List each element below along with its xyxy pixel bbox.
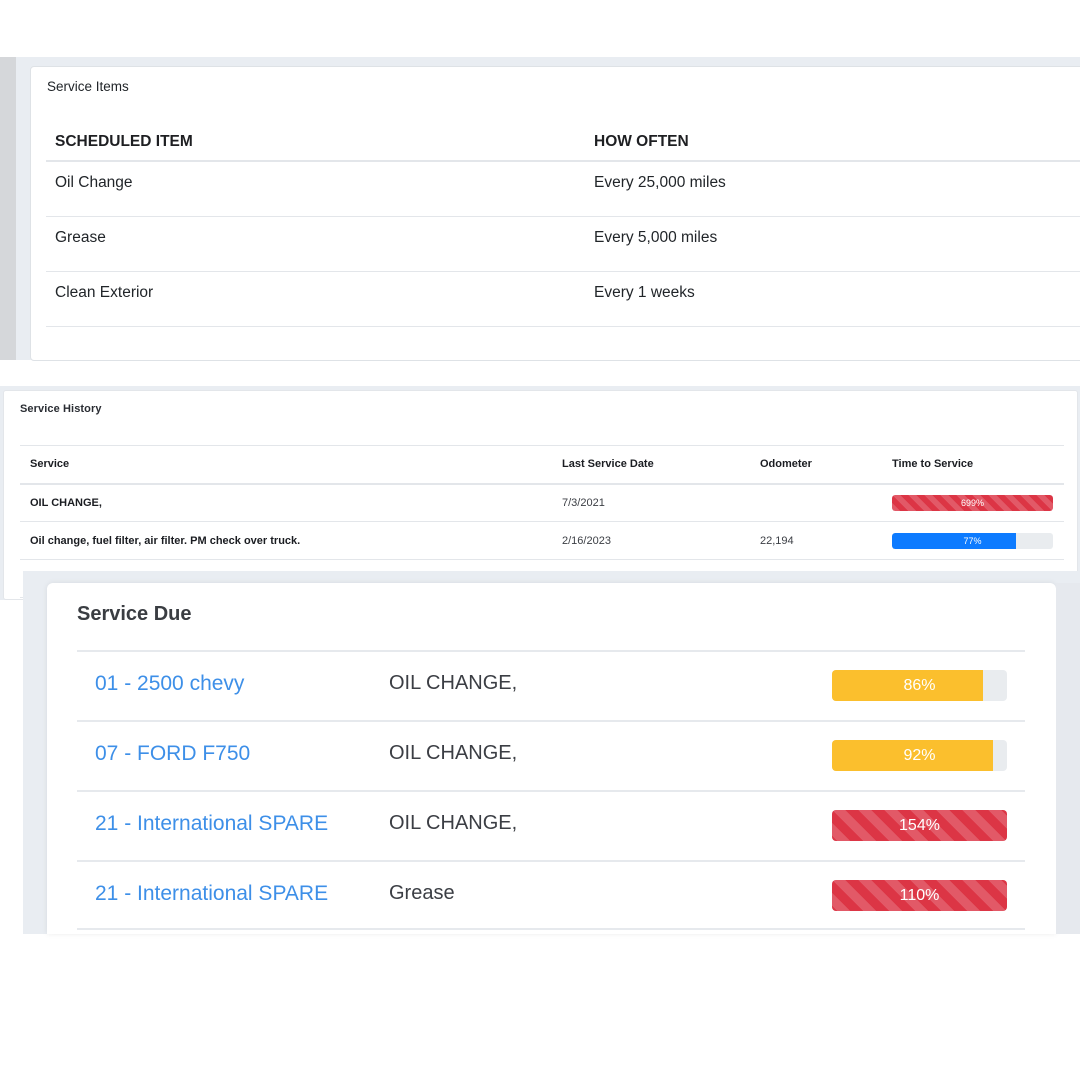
last-service-date-cell: 2/16/2023	[552, 521, 750, 560]
service-items-title: Service Items	[47, 79, 129, 94]
progress-label: 92%	[903, 747, 936, 764]
service-due-progress-bar: 154%	[832, 810, 1007, 841]
frequency-cell: Every 25,000 miles	[585, 161, 1080, 217]
column-header-odometer: Odometer	[750, 445, 882, 485]
table-row[interactable]: OIL CHANGE, 7/3/2021 699%	[20, 483, 1064, 522]
column-header-scheduled-item: SCHEDULED ITEM	[46, 121, 585, 162]
sidebar-edge	[0, 57, 16, 360]
service-name: OIL CHANGE,	[389, 672, 518, 694]
list-item: 07 - FORD F750 OIL CHANGE, 92%	[77, 720, 1025, 790]
frequency-cell: Every 5,000 miles	[585, 216, 1080, 272]
scheduled-item-cell: Oil Change	[46, 161, 585, 217]
last-service-date-cell: 7/3/2021	[552, 483, 750, 522]
service-due-title: Service Due	[77, 603, 192, 625]
service-name: OIL CHANGE,	[389, 742, 518, 764]
progress-label: 110%	[899, 887, 940, 904]
service-name: Grease	[389, 882, 455, 904]
column-header-service: Service	[20, 445, 552, 485]
service-cell: OIL CHANGE,	[20, 483, 552, 522]
service-items-table: SCHEDULED ITEM HOW OFTEN Oil Change Ever…	[46, 121, 1080, 327]
vehicle-link[interactable]: 07 - FORD F750	[95, 742, 250, 766]
table-header-row: Service Last Service Date Odometer Time …	[20, 445, 1064, 485]
odometer-cell	[750, 483, 882, 522]
time-to-service-progress-bar: 77%	[892, 532, 1053, 549]
service-cell: Oil change, fuel filter, air filter. PM …	[20, 521, 552, 560]
table-row[interactable]: Clean Exterior Every 1 weeks	[46, 271, 1080, 327]
scrollbar-track[interactable]	[1056, 583, 1080, 934]
vehicle-link[interactable]: 21 - International SPARE	[95, 812, 328, 836]
service-history-card: Service History Service Last Service Dat…	[3, 390, 1078, 600]
vehicle-link[interactable]: 01 - 2500 chevy	[95, 672, 244, 696]
list-item: 21 - International SPARE Grease 110%	[77, 860, 1025, 930]
service-items-card: Service Items SCHEDULED ITEM HOW OFTEN O…	[30, 66, 1080, 361]
table-row[interactable]: Grease Every 5,000 miles	[46, 216, 1080, 272]
scheduled-item-cell: Grease	[46, 216, 585, 272]
odometer-cell: 22,194	[750, 521, 882, 560]
list-item: 01 - 2500 chevy OIL CHANGE, 86%	[77, 650, 1025, 720]
scheduled-item-cell: Clean Exterior	[46, 271, 585, 327]
table-row[interactable]: Oil Change Every 25,000 miles	[46, 161, 1080, 217]
time-to-service-progress-bar: 699%	[892, 494, 1053, 511]
service-history-title: Service History	[20, 403, 102, 415]
service-name: OIL CHANGE,	[389, 812, 518, 834]
service-due-progress-bar: 86%	[832, 670, 1007, 701]
table-header-row: SCHEDULED ITEM HOW OFTEN	[46, 121, 1080, 162]
column-header-time-to-service: Time to Service	[882, 445, 1064, 485]
column-header-how-often: HOW OFTEN	[585, 121, 1080, 162]
column-header-last-service-date: Last Service Date	[552, 445, 750, 485]
list-item: 21 - International SPARE OIL CHANGE, 154%	[77, 790, 1025, 860]
time-to-service-cell: 77%	[882, 521, 1064, 560]
progress-label: 86%	[903, 677, 936, 694]
service-due-progress-bar: 110%	[832, 880, 1007, 911]
service-due-progress-bar: 92%	[832, 740, 1007, 771]
progress-label: 154%	[899, 817, 940, 834]
vehicle-link[interactable]: 21 - International SPARE	[95, 882, 328, 906]
time-to-service-cell: 699%	[882, 483, 1064, 522]
service-due-list: 01 - 2500 chevy OIL CHANGE, 86% 07 - FORD F…	[77, 650, 1025, 930]
table-row[interactable]: Oil change, fuel filter, air filter. PM …	[20, 521, 1064, 560]
progress-label: 77%	[963, 535, 982, 546]
progress-label: 699%	[960, 497, 985, 508]
service-due-card: Service Due 01 - 2500 chevy OIL CHANGE, 86…	[47, 583, 1056, 934]
frequency-cell: Every 1 weeks	[585, 271, 1080, 327]
